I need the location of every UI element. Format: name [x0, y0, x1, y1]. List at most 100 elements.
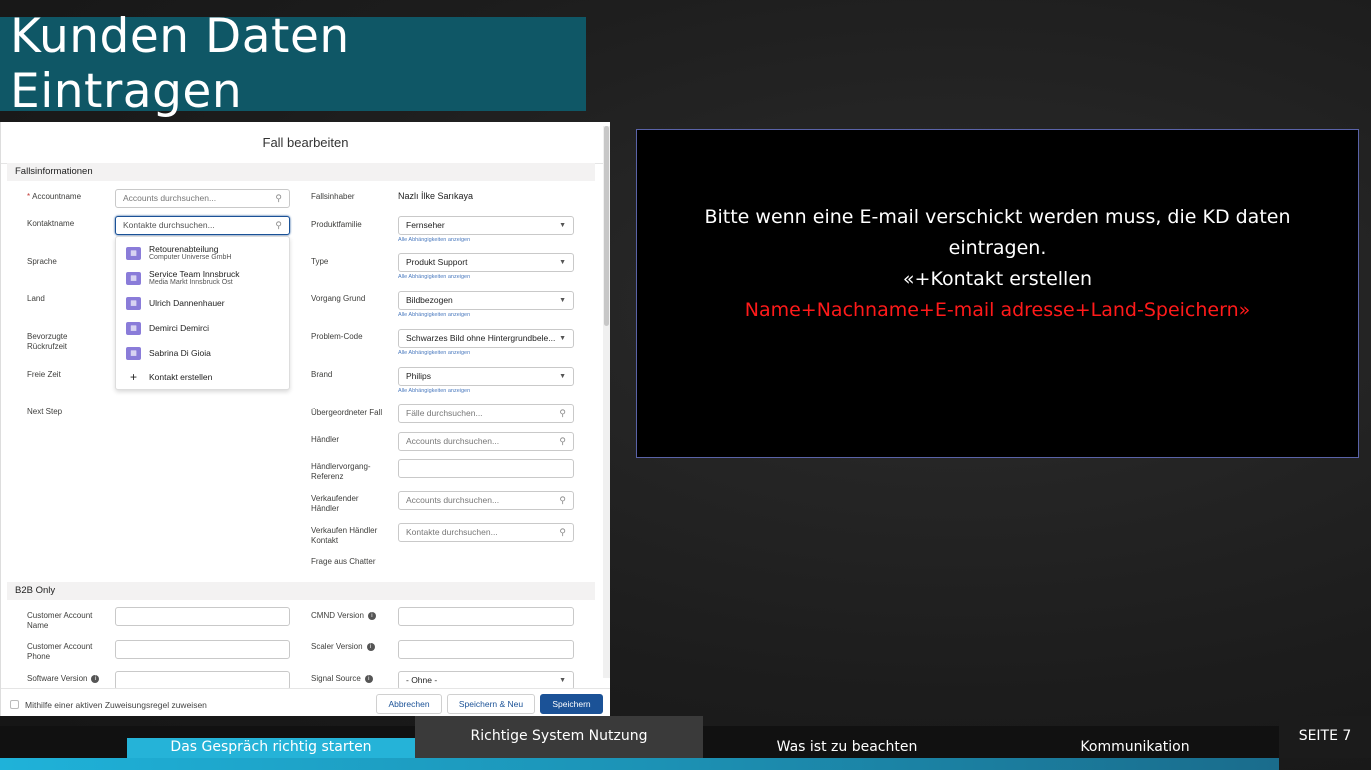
haendler-input[interactable]: Accounts durchsuchen... ⚲ — [398, 432, 574, 451]
nav-tab-gespraech[interactable]: Das Gespräch richtig starten — [127, 738, 415, 758]
label-produktfamilie: Produktfamilie — [311, 220, 362, 229]
contact-name: Demirci Demirci — [149, 323, 209, 333]
dropdown-item-contact[interactable]: ▦ Retourenabteilung Computer Universe Gmb… — [126, 245, 231, 262]
nav-tab-beachten[interactable]: Was ist zu beachten — [703, 738, 991, 758]
brand-select[interactable]: Philips ▼ — [398, 367, 574, 386]
dialog-footer: Mithilfe einer aktiven Zuweisungsregel z… — [1, 688, 610, 716]
label-land: Land — [27, 294, 45, 303]
label-brand: Brand — [311, 370, 333, 379]
create-contact-label: Kontakt erstellen — [149, 371, 213, 382]
instruction-line-4: Name+Nachname+E-mail adresse+Land-Speich… — [744, 298, 1251, 321]
label-accountname: * Accountname — [27, 192, 82, 201]
search-icon: ⚲ — [559, 408, 566, 418]
contact-card-icon: ▦ — [126, 347, 141, 360]
label-rueckrufzeit: Bevorzugte Rückrufzeit — [27, 332, 68, 351]
label-scaler-version: Scaler Version i — [311, 642, 375, 652]
cancel-button[interactable]: Abbrechen — [376, 694, 442, 714]
instruction-box: Bitte wenn eine E-mail verschickt werden… — [636, 129, 1359, 458]
produktfamilie-select[interactable]: Fernseher ▼ — [398, 216, 574, 235]
customer-account-phone-input[interactable] — [115, 640, 290, 659]
instruction-line-1: Bitte wenn eine E-mail verschickt werden… — [704, 205, 1291, 228]
label-verkaufender-haendler: Verkaufender Händler — [311, 494, 359, 513]
label-signal-source: Signal Source i — [311, 674, 373, 684]
type-select[interactable]: Produkt Support ▼ — [398, 253, 574, 272]
create-contact-option[interactable]: + Kontakt erstellen — [126, 370, 212, 384]
label-haendler: Händler — [311, 435, 340, 444]
slide-title-bar: Kunden Daten Eintragen — [0, 9, 586, 119]
contact-card-icon: ▦ — [126, 247, 141, 260]
contact-lookup-dropdown: ▦ Retourenabteilung Computer Universe Gmb… — [115, 236, 290, 390]
dependency-link[interactable]: Alle Abhängigkeiten anzeigen — [398, 388, 470, 394]
dialog-scrollbar[interactable] — [603, 126, 610, 678]
save-and-new-button[interactable]: Speichern & Neu — [447, 694, 535, 714]
contact-account: Media Markt Innsbruck Ost — [149, 279, 233, 286]
label-kontaktname: Kontaktname — [27, 219, 75, 228]
search-icon: ⚲ — [559, 527, 566, 537]
dialog-title: Fall bearbeiten — [1, 122, 610, 164]
label-type: Type — [311, 257, 329, 266]
section-header-b2b[interactable]: B2B Only — [7, 582, 595, 600]
uebergeordneter-fall-input[interactable]: Fälle durchsuchen... ⚲ — [398, 404, 574, 423]
dropdown-item-contact[interactable]: ▦ Sabrina Di Gioia — [126, 347, 211, 360]
nav-tab-system-nutzung[interactable]: Richtige System Nutzung — [415, 716, 703, 758]
label-verkaufen-haendler-kontakt: Verkaufen Händler Kontakt — [311, 526, 378, 545]
plus-icon: + — [129, 370, 137, 384]
search-icon: ⚲ — [559, 495, 566, 505]
customer-account-name-input[interactable] — [115, 607, 290, 626]
dependency-link[interactable]: Alle Abhängigkeiten anzeigen — [398, 350, 470, 356]
cmnd-version-input[interactable] — [398, 607, 574, 626]
dependency-link[interactable]: Alle Abhängigkeiten anzeigen — [398, 237, 470, 243]
label-sprache: Sprache — [27, 257, 57, 266]
contact-name: Sabrina Di Gioia — [149, 348, 211, 358]
verkaufender-haendler-input[interactable]: Accounts durchsuchen... ⚲ — [398, 491, 574, 510]
page-number: SEITE 7 — [1279, 716, 1371, 758]
info-icon[interactable]: i — [366, 642, 375, 651]
label-customer-account-phone: Customer Account Phone — [27, 642, 93, 661]
edit-case-dialog: Fall bearbeiten Fallsinformationen * Acco… — [0, 122, 610, 716]
scaler-version-input[interactable] — [398, 640, 574, 659]
nav-accent-strip — [0, 758, 1279, 770]
save-button[interactable]: Speichern — [540, 694, 603, 714]
slide-title: Kunden Daten Eintragen — [10, 9, 350, 119]
assignment-rule-label: Mithilfe einer aktiven Zuweisungsregel z… — [25, 700, 207, 710]
info-icon[interactable]: i — [367, 611, 376, 620]
assignment-rule-checkbox[interactable] — [10, 700, 19, 709]
chevron-down-icon: ▼ — [559, 297, 566, 304]
search-icon: ⚲ — [275, 193, 282, 203]
chevron-down-icon: ▼ — [559, 222, 566, 229]
contact-name: Service Team Innsbruck — [149, 269, 240, 279]
label-uebergeordneter-fall: Übergeordneter Fall — [311, 408, 383, 417]
search-icon: ⚲ — [275, 220, 282, 230]
problem-code-select[interactable]: Schwarzes Bild ohne Hintergrundbele... ▼ — [398, 329, 574, 348]
dependency-link[interactable]: Alle Abhängigkeiten anzeigen — [398, 274, 470, 280]
haendlervorgang-input[interactable] — [398, 459, 574, 478]
instruction-line-2: eintragen. — [948, 236, 1047, 259]
instruction-line-3: «+Kontakt erstellen — [902, 267, 1093, 290]
dropdown-item-contact[interactable]: ▦ Service Team Innsbruck Media Markt Inns… — [126, 270, 240, 287]
dropdown-item-contact[interactable]: ▦ Demirci Demirci — [126, 322, 209, 335]
search-icon: ⚲ — [559, 436, 566, 446]
label-problem-code: Problem-Code — [311, 332, 363, 341]
label-cmnd-version: CMND Version i — [311, 611, 376, 621]
verkaufen-haendler-kontakt-input[interactable]: Kontakte durchsuchen... ⚲ — [398, 523, 574, 542]
chevron-down-icon: ▼ — [559, 373, 566, 380]
accountname-input[interactable]: Accounts durchsuchen... ⚲ — [115, 189, 290, 208]
label-fallinhaber: Fallsinhaber — [311, 192, 355, 201]
scrollbar-thumb[interactable] — [604, 126, 609, 326]
nav-tab-kommunikation[interactable]: Kommunikation — [991, 738, 1279, 758]
section-header-fallinformationen[interactable]: Fallsinformationen — [7, 163, 595, 181]
dependency-link[interactable]: Alle Abhängigkeiten anzeigen — [398, 312, 470, 318]
contact-card-icon: ▦ — [126, 322, 141, 335]
dropdown-item-contact[interactable]: ▦ Ulrich Dannenhauer — [126, 297, 225, 310]
contact-account: Computer Universe GmbH — [149, 254, 232, 261]
contact-card-icon: ▦ — [126, 297, 141, 310]
label-software-version: Software Version i — [27, 674, 100, 684]
kontaktname-input[interactable]: Kontakte durchsuchen... ⚲ — [115, 216, 290, 235]
info-icon[interactable]: i — [91, 674, 100, 683]
contact-card-icon: ▦ — [126, 272, 141, 285]
fallinhaber-value[interactable]: Nazlı İlke Sarıkaya — [398, 191, 473, 201]
chevron-down-icon: ▼ — [559, 677, 566, 684]
info-icon[interactable]: i — [364, 674, 373, 683]
label-next-step: Next Step — [27, 407, 63, 416]
vorgang-grund-select[interactable]: Bildbezogen ▼ — [398, 291, 574, 310]
